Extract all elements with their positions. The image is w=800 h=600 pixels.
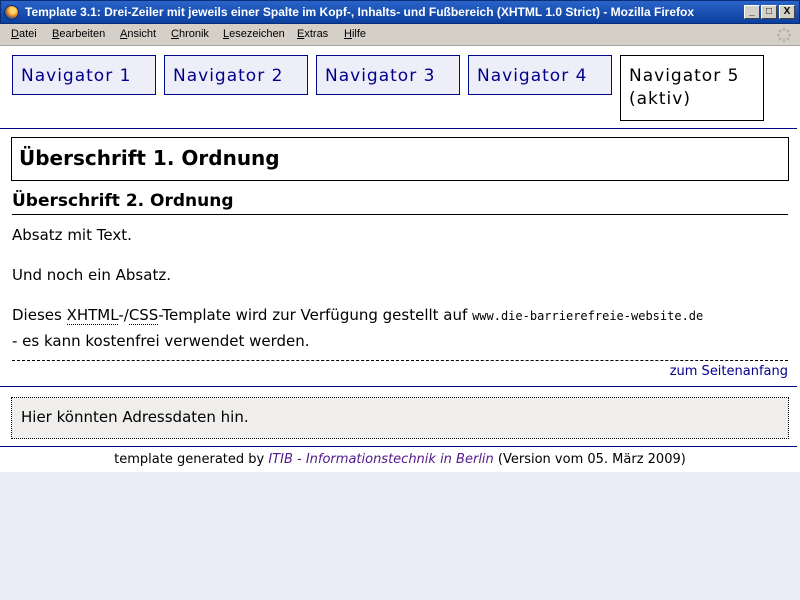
content-dotted-divider [12, 360, 788, 361]
nav-active-state: (aktiv) [629, 89, 691, 109]
paragraph-3-text-end: -Template wird zur Verfügung gestellt au… [158, 306, 473, 324]
menu-lesezeichen[interactable]: Lesezeichen [223, 28, 285, 40]
paragraph-3-text-start: Dieses [12, 306, 67, 324]
itib-link[interactable]: ITIB - Informationstechnik in Berlin [268, 452, 493, 467]
content-divider [0, 386, 797, 387]
nav-navigator-2[interactable]: Navigator 2 [164, 55, 308, 95]
credits-suffix: (Version vom 05. März 2009) [493, 452, 686, 467]
website-url: www.die-barrierefreie-website.de [472, 309, 704, 323]
menu-hilfe[interactable]: Hilfe [344, 28, 366, 40]
address-box: Hier könnten Adressdaten hin. [11, 397, 789, 439]
paragraph-3-line-1: Dieses XHTML-/CSS-Template wird zur Verf… [12, 306, 704, 325]
nav-navigator-3[interactable]: Navigator 3 [316, 55, 460, 95]
page-content: Navigator 1 Navigator 2 Navigator 3 Navi… [0, 46, 800, 472]
window-titlebar: Template 3.1: Drei-Zeiler mit jeweils ei… [0, 0, 800, 24]
menu-datei[interactable]: Datei [11, 28, 37, 40]
window-title: Template 3.1: Drei-Zeiler mit jeweils ei… [25, 5, 695, 19]
nav-active-label: Navigator 5 [629, 66, 740, 86]
menu-chronik[interactable]: Chronik [171, 28, 209, 40]
menu-bearbeiten[interactable]: Bearbeiten [52, 28, 105, 40]
abbr-css: CSS [128, 306, 159, 325]
paragraph-1: Absatz mit Text. [12, 226, 132, 244]
paragraph-2: Und noch ein Absatz. [12, 266, 171, 284]
heading-2: Überschrift 2. Ordnung [12, 191, 788, 215]
menu-ansicht[interactable]: Ansicht [120, 28, 156, 40]
menu-bar: Datei Bearbeiten Ansicht Chronik Lesezei… [0, 24, 800, 46]
abbr-xhtml: XHTML [66, 306, 119, 325]
menu-extras[interactable]: Extras [297, 28, 328, 40]
throbber-icon [777, 28, 791, 42]
nav-navigator-1[interactable]: Navigator 1 [12, 55, 156, 95]
minimize-button[interactable]: _ [744, 5, 760, 19]
credits-prefix: template generated by [114, 452, 269, 467]
close-button[interactable]: X [779, 5, 795, 19]
back-to-top-link[interactable]: zum Seitenanfang [670, 364, 788, 379]
nav-navigator-5-active: Navigator 5 (aktiv) [620, 55, 764, 121]
paragraph-3-line-2: - es kann kostenfrei verwendet werden. [12, 332, 310, 350]
footer-divider [0, 446, 797, 447]
paragraph-3-separator: -/ [118, 306, 129, 324]
header-divider [0, 128, 797, 129]
maximize-button[interactable]: □ [761, 5, 777, 19]
footer-credits: template generated by ITIB - Information… [0, 452, 800, 467]
firefox-icon [4, 5, 19, 20]
heading-1: Überschrift 1. Ordnung [11, 137, 789, 181]
nav-navigator-4[interactable]: Navigator 4 [468, 55, 612, 95]
